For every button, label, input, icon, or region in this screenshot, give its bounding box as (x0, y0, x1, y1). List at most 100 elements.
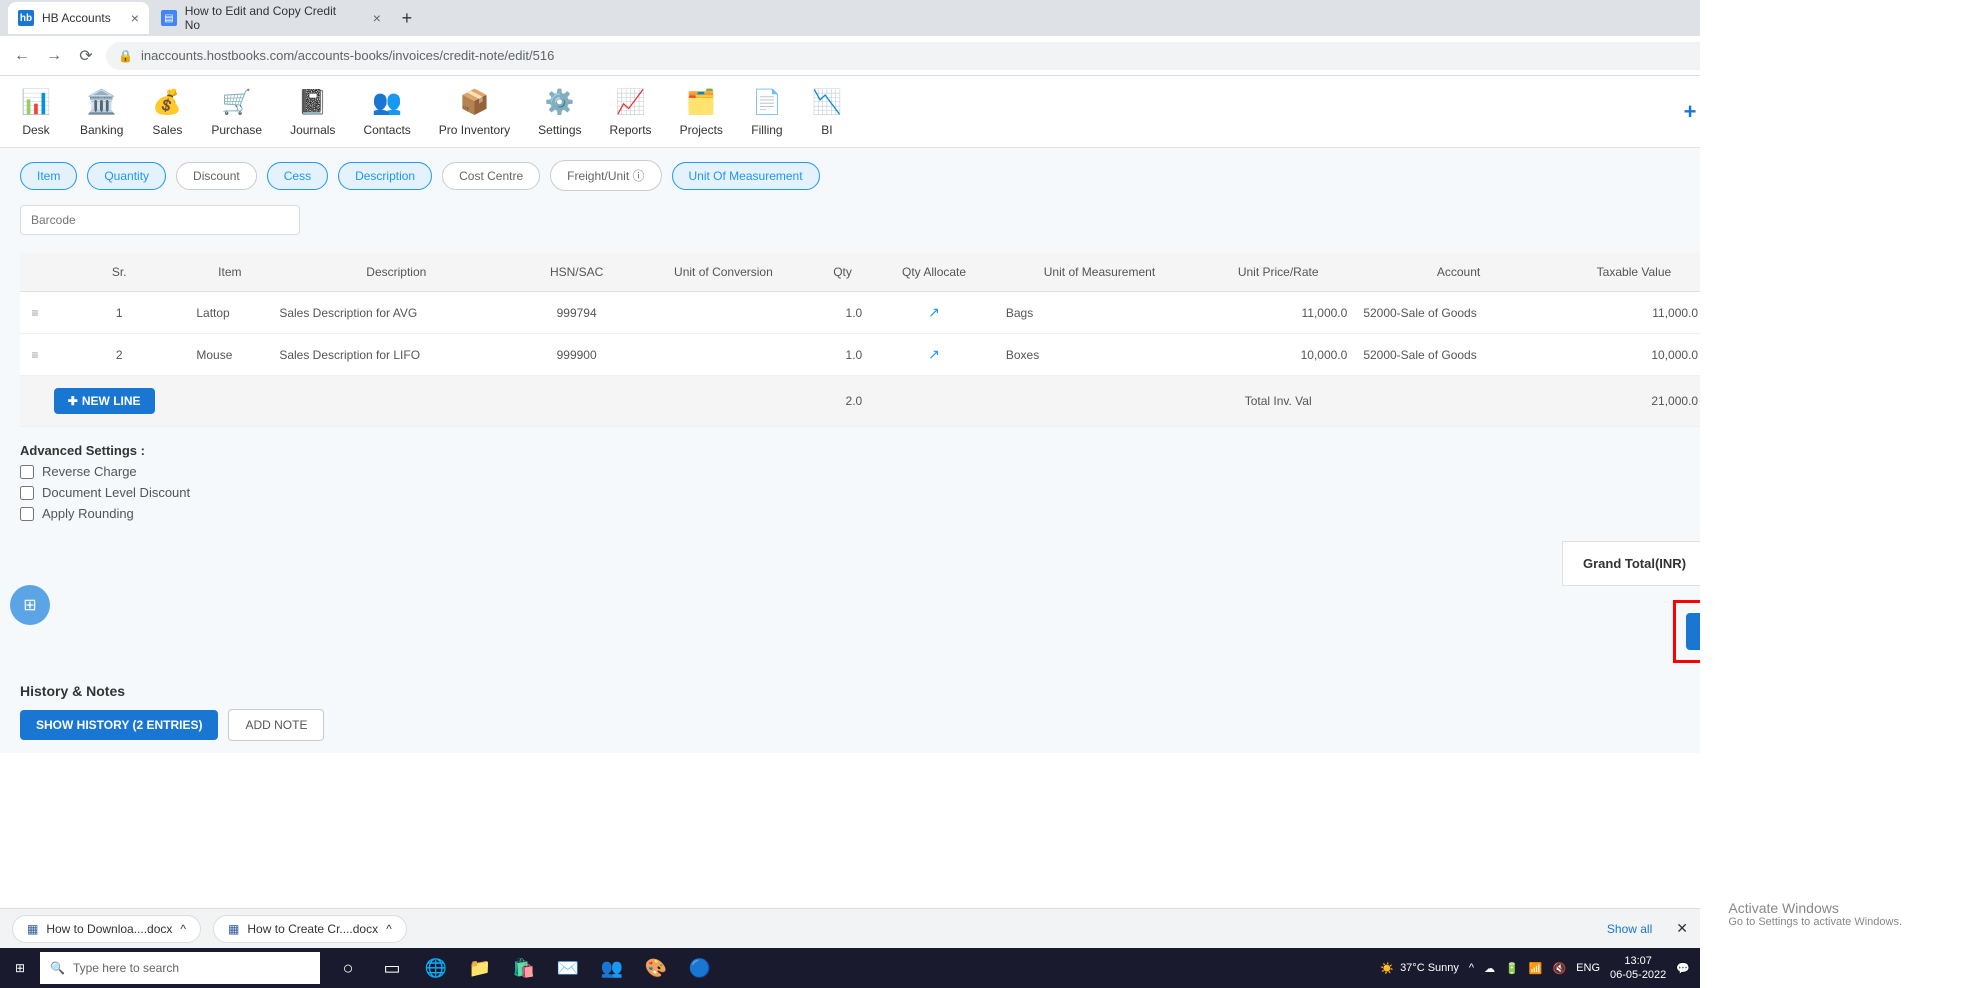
total-row: ✚ NEW LINE 2.0 Total Inv. Val 21,000.0 (20, 376, 1942, 427)
download-item[interactable]: ▦ How to Create Cr....docx ^ (213, 915, 407, 943)
floating-apps-icon[interactable]: ⊞ (10, 585, 50, 625)
tool-settings[interactable]: ⚙️Settings (538, 87, 581, 137)
teams-icon[interactable]: 👥 (592, 948, 632, 988)
clock[interactable]: 13:07 06-05-2022 (1610, 954, 1666, 983)
line-items-table: Sr. Item Description HSN/SAC Unit of Con… (20, 253, 1942, 427)
show-history-button[interactable]: SHOW HISTORY (2 ENTRIES) (20, 710, 218, 740)
open-in-new-icon[interactable]: ↗ (928, 346, 940, 362)
barcode-input[interactable] (20, 205, 300, 235)
tool-bi[interactable]: 📉BI (811, 87, 843, 137)
windows-taskbar: ⊞ 🔍 Type here to search ○ ▭ 🌐 📁 🛍️ ✉️ 👥 … (0, 948, 1700, 988)
chrome-icon[interactable]: 🔵 (680, 948, 720, 988)
tool-inventory[interactable]: 📦Pro Inventory (439, 87, 510, 137)
tool-projects[interactable]: 🗂️Projects (680, 87, 723, 137)
tool-journals[interactable]: 📓Journals (290, 87, 335, 137)
mail-icon[interactable]: ✉️ (548, 948, 588, 988)
activate-windows-watermark: Activate Windows Go to Settings to activ… (1728, 900, 1902, 928)
browser-address-bar: ← → ⟳ 🔒 inaccounts.hostbooks.com/account… (0, 36, 1962, 76)
tool-banking[interactable]: 🏛️Banking (80, 87, 123, 137)
bi-icon: 📉 (811, 87, 843, 119)
banking-icon: 🏛️ (86, 87, 118, 119)
chip-item[interactable]: Item (20, 162, 77, 190)
cortana-icon[interactable]: ○ (328, 948, 368, 988)
chip-costcentre[interactable]: Cost Centre (442, 162, 540, 190)
reload-button[interactable]: ⟳ (74, 44, 98, 68)
tool-desk[interactable]: 📊Desk (20, 87, 52, 137)
open-in-new-icon[interactable]: ↗ (928, 304, 940, 320)
tool-reports[interactable]: 📈Reports (610, 87, 652, 137)
advanced-settings: Advanced Settings : Reverse Charge Docum… (20, 443, 1942, 521)
tab-title: How to Edit and Copy Credit No (185, 4, 353, 32)
tool-contacts[interactable]: 👥Contacts (363, 87, 410, 137)
whitespace-right (1700, 0, 1962, 988)
show-all-downloads[interactable]: Show all (1607, 922, 1652, 936)
download-item[interactable]: ▦ How to Downloa....docx ^ (12, 915, 201, 943)
tool-purchase[interactable]: 🛒Purchase (211, 87, 262, 137)
taskbar-search[interactable]: 🔍 Type here to search (40, 952, 320, 984)
projects-icon: 🗂️ (685, 87, 717, 119)
table-row[interactable]: ≡ 1 Lattop Sales Description for AVG 999… (20, 292, 1942, 334)
onedrive-icon[interactable]: ☁ (1484, 962, 1495, 975)
table-header-row: Sr. Item Description HSN/SAC Unit of Con… (20, 253, 1942, 292)
store-icon[interactable]: 🛍️ (504, 948, 544, 988)
notifications-icon[interactable]: 💬 (1676, 962, 1690, 975)
journals-icon: 📓 (297, 87, 329, 119)
start-button[interactable]: ⊞ (0, 948, 40, 988)
chip-quantity[interactable]: Quantity (87, 162, 166, 190)
drag-handle-icon[interactable]: ≡ (20, 334, 50, 376)
new-line-button[interactable]: ✚ NEW LINE (54, 388, 155, 414)
lock-icon: 🔒 (118, 49, 133, 63)
chip-freight[interactable]: Freight/Unit ⓘ (550, 160, 661, 191)
tool-filling[interactable]: 📄Filling (751, 87, 783, 137)
close-icon[interactable]: × (373, 10, 381, 26)
desk-icon: 📊 (20, 87, 52, 119)
browser-tab-1[interactable]: hb HB Accounts × (8, 2, 149, 34)
reports-icon: 📈 (615, 87, 647, 119)
explorer-icon[interactable]: 📁 (460, 948, 500, 988)
paint-icon[interactable]: 🎨 (636, 948, 676, 988)
forward-button[interactable]: → (42, 44, 66, 68)
page-content: Item Quantity Discount Cess Description … (0, 148, 1962, 753)
browser-tab-2[interactable]: ▤ How to Edit and Copy Credit No × (151, 2, 391, 34)
checkbox-reverse-charge[interactable]: Reverse Charge (20, 464, 1942, 479)
chevron-up-icon[interactable]: ^ (386, 922, 392, 936)
app-toolbar: 📊Desk 🏛️Banking 💰Sales 🛒Purchase 📓Journa… (0, 76, 1962, 148)
edge-icon[interactable]: 🌐 (416, 948, 456, 988)
close-icon[interactable]: × (131, 10, 139, 26)
new-tab-button[interactable]: + (393, 4, 421, 32)
chip-description[interactable]: Description (338, 162, 432, 190)
url-bar[interactable]: 🔒 inaccounts.hostbooks.com/accounts-book… (106, 42, 1730, 70)
weather-widget[interactable]: ☀️ 37°C Sunny (1380, 962, 1459, 975)
wifi-icon[interactable]: 📶 (1529, 962, 1543, 975)
tab-title: HB Accounts (42, 11, 111, 25)
favicon-doc: ▤ (161, 10, 177, 26)
language-indicator[interactable]: ENG (1576, 962, 1600, 974)
back-button[interactable]: ← (10, 44, 34, 68)
checkbox-doc-discount[interactable]: Document Level Discount (20, 485, 1942, 500)
checkbox-apply-rounding[interactable]: Apply Rounding (20, 506, 1942, 521)
chevron-up-icon[interactable]: ^ (1469, 962, 1474, 974)
plus-icon[interactable]: + (1678, 100, 1702, 124)
chip-cess[interactable]: Cess (267, 162, 328, 190)
close-icon[interactable]: ✕ (1676, 920, 1688, 937)
chevron-up-icon[interactable]: ^ (180, 922, 186, 936)
chip-uom[interactable]: Unit Of Measurement (672, 162, 820, 190)
purchase-icon: 🛒 (221, 87, 253, 119)
table-row[interactable]: ≡ 2 Mouse Sales Description for LIFO 999… (20, 334, 1942, 376)
favicon-hb: hb (18, 10, 34, 26)
add-note-button[interactable]: ADD NOTE (228, 709, 324, 741)
tool-sales[interactable]: 💰Sales (151, 87, 183, 137)
history-section: History & Notes SHOW HISTORY (2 ENTRIES)… (20, 683, 1942, 741)
word-icon: ▦ (228, 922, 239, 936)
settings-icon: ⚙️ (544, 87, 576, 119)
url-text: inaccounts.hostbooks.com/accounts-books/… (141, 48, 554, 63)
browser-tab-strip: hb HB Accounts × ▤ How to Edit and Copy … (0, 0, 1962, 36)
volume-icon[interactable]: 🔇 (1552, 962, 1566, 975)
history-title: History & Notes (20, 683, 1942, 699)
chip-discount[interactable]: Discount (176, 162, 257, 190)
task-view-icon[interactable]: ▭ (372, 948, 412, 988)
drag-handle-icon[interactable]: ≡ (20, 292, 50, 334)
battery-icon[interactable]: 🔋 (1505, 962, 1519, 975)
word-icon: ▦ (27, 922, 38, 936)
downloads-bar: ▦ How to Downloa....docx ^ ▦ How to Crea… (0, 908, 1700, 948)
